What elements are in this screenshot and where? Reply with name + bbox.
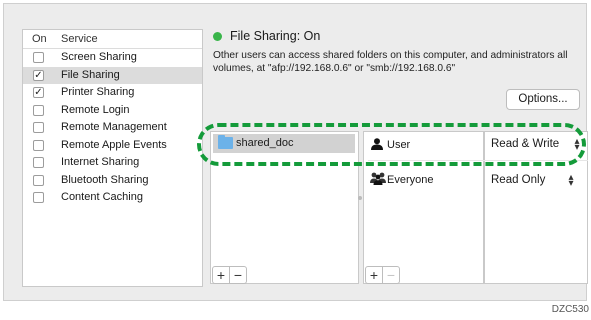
service-item-content-caching[interactable]: Content Caching [23,189,202,207]
service-item-bluetooth-sharing[interactable]: Bluetooth Sharing [23,172,202,190]
checkbox[interactable] [33,192,44,203]
checkbox[interactable] [33,52,44,63]
checkbox[interactable] [33,174,44,186]
sharing-description: Other users can access shared folders on… [213,50,568,74]
service-item-remote-login[interactable]: Remote Login [23,102,202,120]
service-label: File Sharing [61,68,120,81]
checkbox[interactable]: ✓ [33,69,44,81]
checkbox[interactable] [33,157,44,168]
permission-select[interactable]: Read Only [491,174,545,186]
service-item-remote-management[interactable]: Remote Management [23,119,202,137]
service-item-printer-sharing[interactable]: ✓ Printer Sharing [23,84,202,102]
folder-add-remove-buttons: + − [212,266,247,284]
service-label: Remote Login [61,103,130,116]
figure-code: DZC530 [551,304,589,315]
service-label: Screen Sharing [61,51,137,63]
service-label: Remote Management [61,121,167,133]
user-name[interactable]: Everyone [387,174,433,186]
service-item-screen-sharing[interactable]: Screen Sharing [23,49,202,67]
service-list: On Service Screen Sharing ✓ File Sharing… [22,29,203,287]
add-folder-button[interactable]: + [213,267,229,283]
service-item-file-sharing[interactable]: ✓ File Sharing [23,66,202,84]
checkbox[interactable] [33,104,44,116]
service-item-remote-apple-events[interactable]: Remote Apple Events [23,137,202,155]
service-label: Internet Sharing [61,156,140,168]
status-title: File Sharing: On [230,29,321,43]
select-stepper-icon[interactable]: ▴ ▾ [567,173,575,189]
resize-handle-icon[interactable] [358,196,362,200]
checkbox[interactable] [33,122,44,133]
add-user-button[interactable]: + [366,267,382,283]
remove-user-button[interactable]: − [382,267,399,283]
status-indicator-icon [213,32,222,41]
service-label: Content Caching [61,191,143,203]
service-item-internet-sharing[interactable]: Internet Sharing [23,154,202,172]
service-label: Bluetooth Sharing [61,173,149,186]
service-label: Remote Apple Events [61,138,167,151]
service-list-header: On Service [23,30,202,49]
column-header-on: On [32,33,47,45]
user-add-remove-buttons: + − [365,266,400,284]
remove-folder-button[interactable]: − [229,267,246,283]
service-label: Printer Sharing [61,86,135,98]
column-header-service: Service [61,33,98,45]
options-button[interactable]: Options... [506,89,580,110]
group-icon [370,172,386,185]
checkbox[interactable] [33,139,44,151]
checkbox[interactable]: ✓ [33,87,44,98]
callout-highlight [197,123,586,166]
